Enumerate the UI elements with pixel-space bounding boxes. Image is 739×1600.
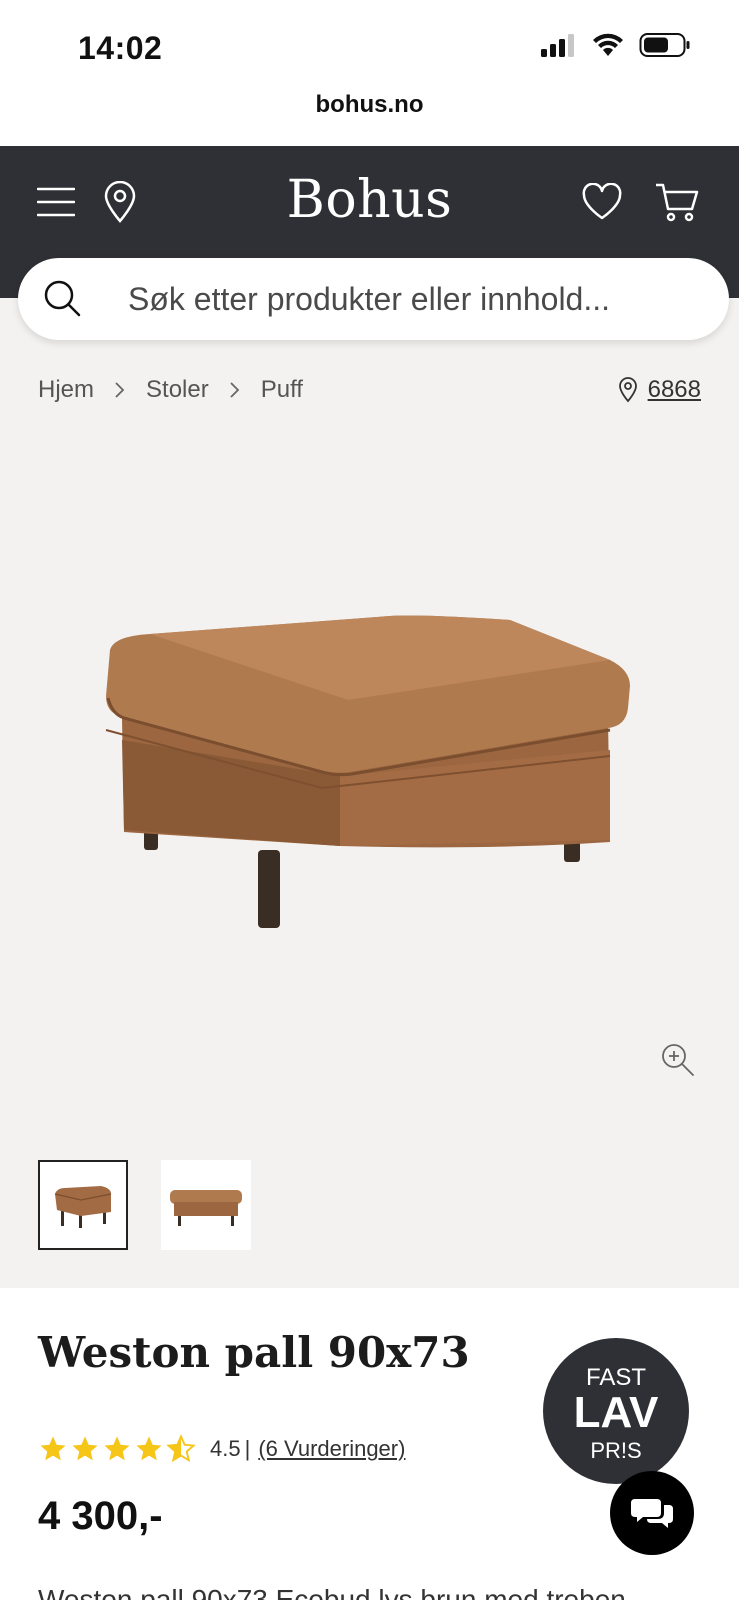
cart-icon xyxy=(656,183,699,222)
browser-url-bar[interactable]: bohus.no xyxy=(0,84,739,146)
star-icon xyxy=(104,1436,130,1461)
wifi-icon xyxy=(593,33,623,56)
product-image[interactable] xyxy=(90,600,650,960)
signal-icon xyxy=(541,34,574,57)
star-icon xyxy=(72,1436,98,1461)
thumbnail-2[interactable] xyxy=(161,1160,251,1250)
product-title: Weston pall 90x73 xyxy=(38,1328,470,1377)
product-rating: 4.5 | (6 Vurderinger) xyxy=(38,1434,405,1464)
location-pin-icon xyxy=(618,377,637,403)
bohus-logo[interactable]: Bohus xyxy=(0,170,739,230)
status-icons xyxy=(539,32,691,58)
search-input[interactable] xyxy=(128,272,708,326)
chat-icon xyxy=(631,1499,673,1528)
reviews-link[interactable]: (6 Vurderinger) xyxy=(258,1436,405,1462)
wishlist-button[interactable] xyxy=(580,182,624,222)
chat-button[interactable] xyxy=(610,1471,694,1555)
status-time: 14:02 xyxy=(78,30,163,66)
star-icon xyxy=(136,1436,162,1461)
rating-separator: | xyxy=(244,1436,251,1461)
thumbnail-1[interactable] xyxy=(38,1160,128,1250)
battery-icon xyxy=(639,33,690,57)
breadcrumb-puff[interactable]: Puff xyxy=(261,376,303,404)
star-half-icon xyxy=(166,1434,196,1463)
search-icon xyxy=(44,280,81,317)
url-text: bohus.no xyxy=(315,91,424,118)
breadcrumb-stoler[interactable]: Stoler xyxy=(146,376,209,404)
product-price: 4 300,- xyxy=(38,1494,163,1538)
store-number[interactable]: 6868 xyxy=(648,376,701,404)
breadcrumb-home[interactable]: Hjem xyxy=(38,376,94,404)
badge-line-3: PR!S xyxy=(590,1438,642,1463)
search-bar xyxy=(18,258,729,340)
badge-line-2: LAV xyxy=(573,1388,659,1437)
cart-button[interactable] xyxy=(654,180,700,224)
heart-icon xyxy=(582,183,622,220)
chevron-right-icon xyxy=(114,381,126,399)
product-description: Weston pall 90x73 Ecobud lys brun med tr… xyxy=(38,1584,626,1600)
fast-lav-pris-badge: FAST LAV PR!S xyxy=(543,1338,689,1484)
rating-value: 4.5 xyxy=(210,1436,241,1461)
breadcrumb: Hjem Stoler Puff xyxy=(38,376,303,404)
zoom-in-icon[interactable] xyxy=(660,1042,696,1083)
chevron-right-icon xyxy=(229,381,241,399)
rating-stars xyxy=(38,1434,196,1464)
selected-store[interactable]: 6868 xyxy=(618,376,701,404)
search-button[interactable] xyxy=(42,278,82,323)
star-icon xyxy=(40,1436,66,1461)
status-bar: 14:02 xyxy=(0,0,739,90)
